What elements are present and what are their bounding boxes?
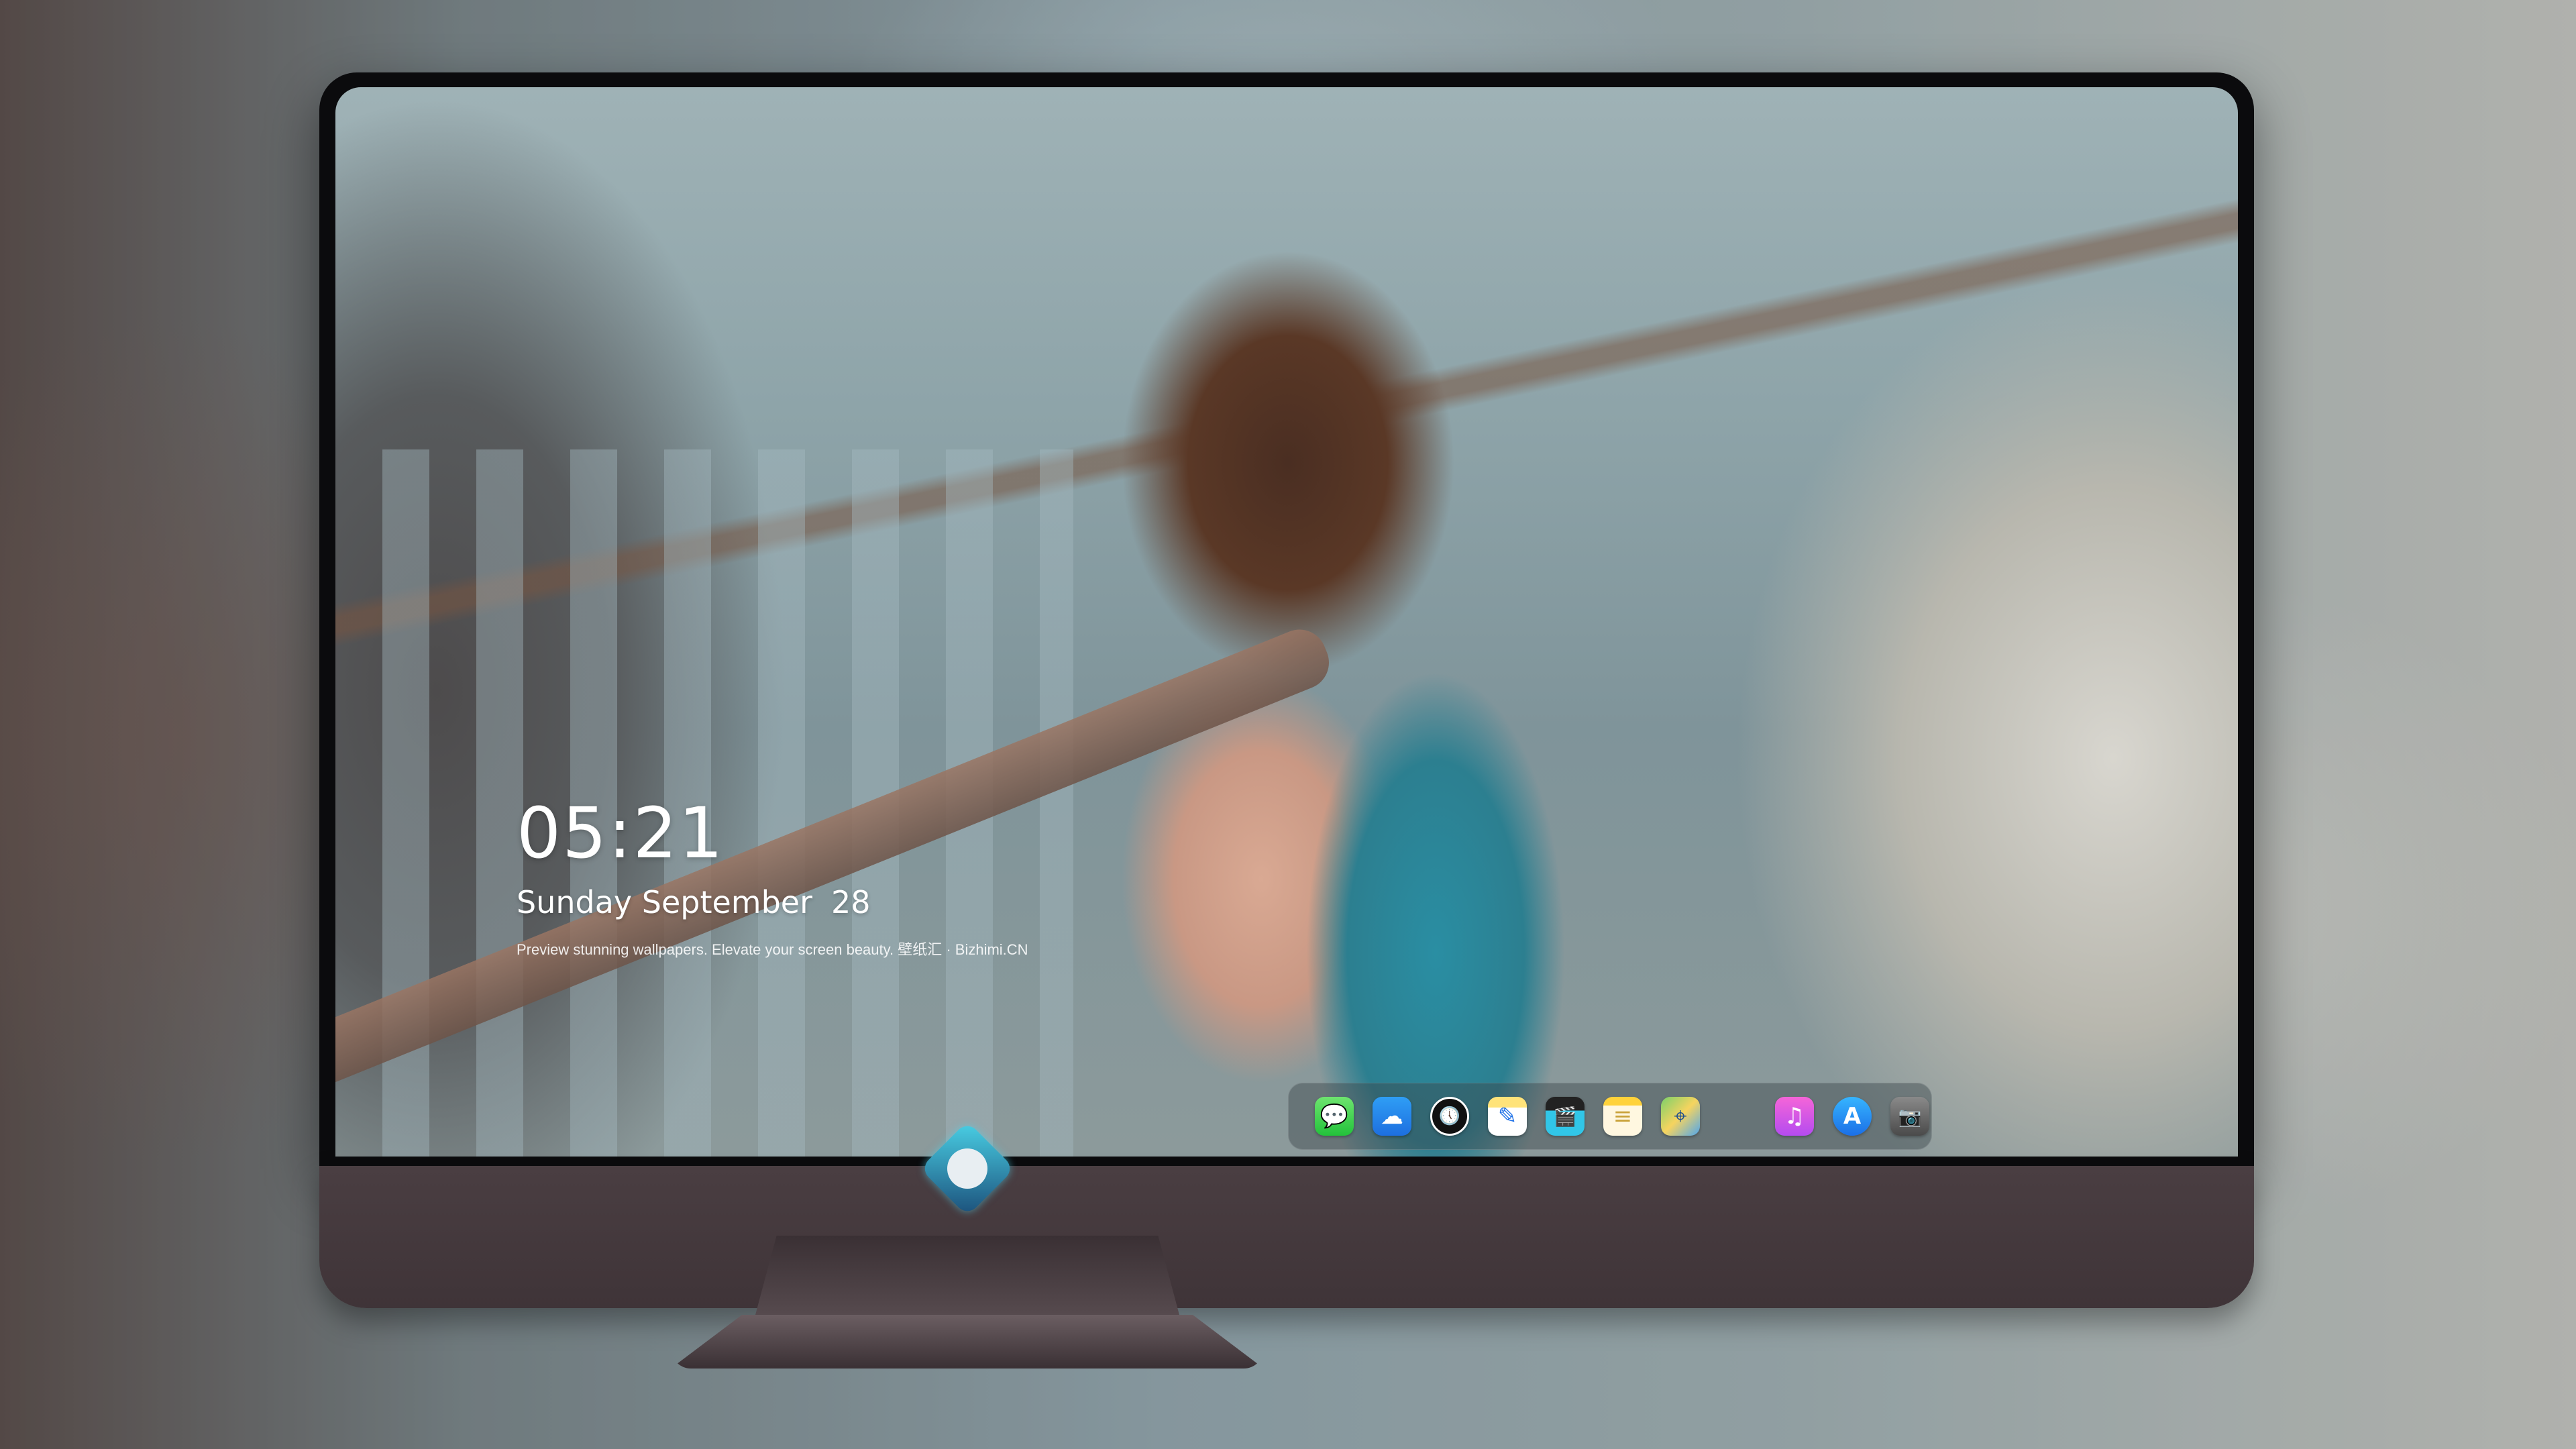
monitor: 05:21 Sunday September 28 Preview stunnin… [319,72,2254,1308]
monitor-stand [755,1236,1179,1315]
date-display: Sunday September 28 [517,884,1028,920]
app-dock: 💬 ☁ 🕔 ✎ 🎬 ≡ ⌖ ♫ A 📷 [1288,1083,1932,1150]
clock-icon[interactable]: 🕔 [1430,1097,1469,1136]
monitor-chin [319,1166,2254,1308]
music-icon[interactable]: ♫ [1775,1097,1814,1136]
month-label: September [641,884,813,920]
lock-screen-info: 05:21 Sunday September 28 Preview stunnin… [517,798,1028,959]
notes-yellow-icon[interactable]: ≡ [1603,1097,1642,1136]
maps-icon[interactable]: ⌖ [1661,1097,1700,1136]
weather-icon[interactable]: ☁ [1373,1097,1411,1136]
desktop-wallpaper-preview: 05:21 Sunday September 28 Preview stunnin… [0,0,2576,1449]
monitor-base [671,1315,1264,1368]
app-store-icon[interactable]: A [1833,1097,1872,1136]
clock-time: 05:21 [517,792,724,874]
lock-screen: 05:21 Sunday September 28 Preview stunnin… [335,87,2238,1157]
messages-icon[interactable]: 💬 [1315,1097,1354,1136]
video-icon[interactable]: 🎬 [1546,1097,1585,1136]
logo-face-icon [947,1148,987,1189]
camera-icon[interactable]: 📷 [1890,1097,1929,1136]
day-label: 28 [831,884,871,920]
wallpaper-tagline: Preview stunning wallpapers. Elevate you… [517,941,1028,958]
notes-icon[interactable]: ✎ [1488,1097,1527,1136]
weekday-label: Sunday [517,884,633,920]
